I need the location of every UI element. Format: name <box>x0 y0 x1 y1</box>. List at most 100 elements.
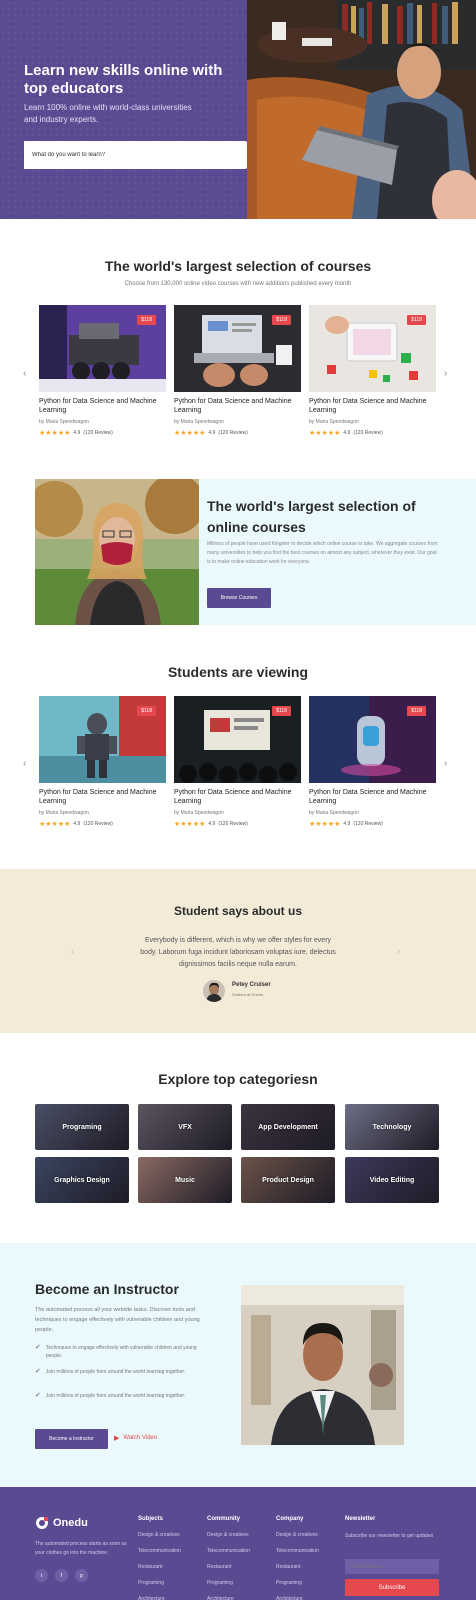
footer-logo[interactable]: Onedu <box>35 1516 88 1530</box>
review-count: (120 Review) <box>218 821 248 827</box>
footer-link[interactable]: Design & creatives <box>207 1532 250 1538</box>
instructor-point-text: Join millions of people from around the … <box>45 1369 186 1375</box>
hero-student-photo <box>247 0 476 219</box>
instructor-point: ✓ Join millions of people from around the… <box>35 1392 200 1400</box>
footer-link[interactable]: Programing <box>207 1580 250 1586</box>
rating-value: 4.9 <box>73 821 81 827</box>
testimonial-prev-arrow[interactable]: ‹ <box>71 946 74 957</box>
star-rating-icon: ★★★★★ <box>174 821 206 828</box>
price-badge: $118 <box>272 315 291 325</box>
footer-link[interactable]: Design & creatives <box>138 1532 181 1538</box>
footer-link[interactable]: Architecture <box>207 1596 250 1602</box>
category-tile[interactable]: Video Editing <box>345 1157 439 1203</box>
category-label: VFX <box>178 1123 192 1131</box>
category-tile[interactable]: Programing <box>35 1104 129 1150</box>
footer-link[interactable]: Telecommunication <box>276 1548 319 1554</box>
category-tile[interactable]: Technology <box>345 1104 439 1150</box>
footer-column-title: Company <box>276 1516 304 1522</box>
facebook-icon[interactable]: f <box>55 1569 68 1582</box>
hero-title: Learn new skills online with top educato… <box>24 62 223 97</box>
instructor-title: Become an Instructor <box>35 1281 179 1297</box>
footer-link[interactable]: Design & creatives <box>276 1532 319 1538</box>
footer-about: The automated process starts as soon as … <box>35 1541 127 1556</box>
footer-link[interactable]: Restaurant <box>276 1564 319 1570</box>
footer-link[interactable]: Telecommunication <box>207 1548 250 1554</box>
search-box <box>24 141 247 169</box>
course-card[interactable]: $118 Python for Data Science and Machine… <box>174 696 301 828</box>
course-card[interactable]: $118 Python for Data Science and Machine… <box>174 305 301 437</box>
newsletter-email-input[interactable] <box>345 1559 439 1574</box>
course-author: by Maria Speedwagon <box>39 419 89 425</box>
course-image: $118 <box>174 696 301 783</box>
hero-subtitle: Learn 100% online with world-class unive… <box>24 103 192 124</box>
footer-link[interactable]: Programing <box>276 1580 319 1586</box>
course-author: by Maria Speedwagon <box>309 810 359 816</box>
price-badge: $118 <box>137 706 156 716</box>
category-tile[interactable]: App Development <box>241 1104 335 1150</box>
course-title[interactable]: Python for Data Science and Machine Lear… <box>39 397 164 415</box>
course-rating: ★★★★★ 4.9 (120 Review) <box>309 820 436 828</box>
rating-value: 4.9 <box>343 430 351 436</box>
viewing-prev-arrow[interactable]: ‹ <box>23 758 26 769</box>
watch-video-link[interactable]: ▶ Watch Video <box>114 1434 157 1442</box>
promo-title: The world's largest selection of online … <box>207 498 416 535</box>
category-label: Programing <box>62 1123 102 1131</box>
category-tile[interactable]: Graphics Design <box>35 1157 129 1203</box>
course-rating: ★★★★★ 4.9 (120 Review) <box>39 429 166 437</box>
course-rating: ★★★★★ 4.9 (120 Review) <box>174 820 301 828</box>
footer-link[interactable]: Telecommunication <box>138 1548 181 1554</box>
course-image: $118 <box>174 305 301 392</box>
instructor-text: The automated process all your website t… <box>35 1307 200 1333</box>
course-title[interactable]: Python for Data Science and Machine Lear… <box>39 788 164 806</box>
newsletter-title: Newsletter <box>345 1516 376 1522</box>
course-author: by Maria Speedwagon <box>174 810 224 816</box>
course-title[interactable]: Python for Data Science and Machine Lear… <box>174 788 299 806</box>
course-card[interactable]: $118 Python for Data Science and Machine… <box>39 305 166 437</box>
courses-next-arrow[interactable]: › <box>444 368 447 379</box>
viewing-next-arrow[interactable]: › <box>444 758 447 769</box>
footer-link[interactable]: Architecture <box>138 1596 181 1602</box>
course-title[interactable]: Python for Data Science and Machine Lear… <box>309 788 434 806</box>
browse-courses-button[interactable]: Browse Courses <box>207 588 271 608</box>
watch-video-label: Watch Video <box>123 1435 158 1441</box>
course-author: by Maria Speedwagon <box>309 419 359 425</box>
footer-link[interactable]: Architecture <box>276 1596 319 1602</box>
subscribe-button[interactable]: Subscribe <box>345 1579 439 1596</box>
course-image: $118 <box>309 305 436 392</box>
footer-link[interactable]: Restaurant <box>207 1564 250 1570</box>
instructor-point-text: Join millions of people from around the … <box>45 1393 186 1399</box>
courses-prev-arrow[interactable]: ‹ <box>23 368 26 379</box>
category-label: Music <box>175 1176 195 1184</box>
review-count: (120 Review) <box>353 821 383 827</box>
course-card[interactable]: $118 Python for Data Science and Machine… <box>309 696 436 828</box>
course-card[interactable]: $118 Python for Data Science and Machine… <box>39 696 166 828</box>
category-tile[interactable]: Product Design <box>241 1157 335 1203</box>
course-title[interactable]: Python for Data Science and Machine Lear… <box>309 397 434 415</box>
footer-column-title: Community <box>207 1516 240 1522</box>
footer-link[interactable]: Programing <box>138 1580 181 1586</box>
course-card[interactable]: $118 Python for Data Science and Machine… <box>309 305 436 437</box>
category-tile[interactable]: VFX <box>138 1104 232 1150</box>
price-badge: $118 <box>137 315 156 325</box>
brand-name: Onedu <box>53 1517 88 1529</box>
newsletter-text: Subscribe our newsletter to get updates <box>345 1533 434 1539</box>
hero-section: Learn new skills online with top educato… <box>0 0 476 219</box>
instructor-point: ✓ Techniques to engage effectively with v… <box>35 1344 200 1360</box>
category-label: Product Design <box>262 1176 314 1184</box>
course-rating: ★★★★★ 4.9 (120 Review) <box>174 429 301 437</box>
footer-link[interactable]: Restaurant <box>138 1564 181 1570</box>
course-image: $118 <box>309 696 436 783</box>
pinterest-icon[interactable]: p <box>75 1569 88 1582</box>
instructor-point: ✓ Join millions of people from around the… <box>35 1368 200 1376</box>
testimonial-next-arrow[interactable]: › <box>397 946 400 957</box>
twitter-icon[interactable]: t <box>35 1569 48 1582</box>
course-image: $118 <box>39 305 166 392</box>
testimonial-role: Student at Onedu <box>232 992 264 997</box>
course-title[interactable]: Python for Data Science and Machine Lear… <box>174 397 299 415</box>
review-count: (120 Review) <box>353 430 383 436</box>
become-instructor-button[interactable]: Become a Instructor <box>35 1429 108 1449</box>
category-label: Video Editing <box>369 1176 415 1184</box>
price-badge: $118 <box>272 706 291 716</box>
category-tile[interactable]: Music <box>138 1157 232 1203</box>
search-input[interactable] <box>24 141 224 169</box>
